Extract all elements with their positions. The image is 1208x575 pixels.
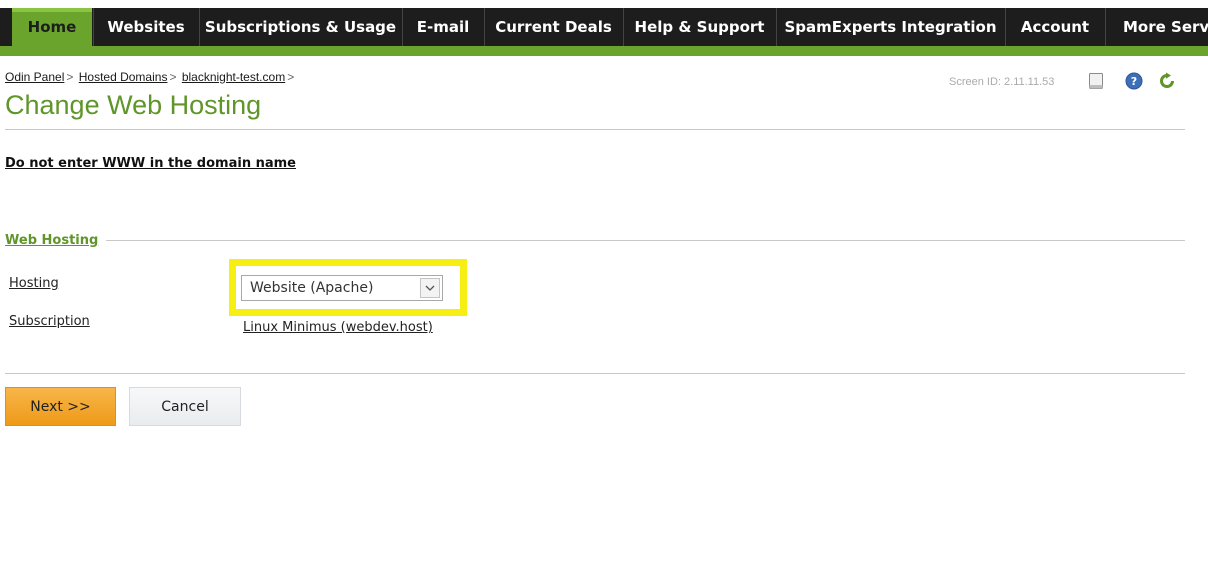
- subscription-value[interactable]: Linux Minimus (webdev.host): [243, 320, 433, 335]
- chevron-down-icon[interactable]: [420, 278, 440, 298]
- breadcrumb-odin-panel[interactable]: Odin Panel: [5, 70, 64, 84]
- screen-id: Screen ID: 2.11.11.53: [949, 76, 1055, 88]
- section-title-web-hosting: Web Hosting: [5, 233, 107, 248]
- tab-websites[interactable]: Websites: [93, 8, 198, 46]
- tab-email[interactable]: E-mail: [402, 8, 483, 46]
- breadcrumb-separator: >: [169, 70, 177, 84]
- tab-current-deals[interactable]: Current Deals: [484, 8, 622, 46]
- breadcrumb: Odin Panel > Hosted Domains > blacknight-t…: [5, 70, 296, 84]
- hosting-select-value: Website (Apache): [250, 280, 374, 296]
- cancel-button[interactable]: Cancel: [129, 387, 241, 426]
- breadcrumb-separator: >: [287, 70, 295, 84]
- help-icon[interactable]: ?: [1124, 71, 1144, 91]
- subscription-label: Subscription: [9, 314, 90, 329]
- domain-warning-text: Do not enter WWW in the domain name: [5, 156, 296, 171]
- tab-home[interactable]: Home: [12, 8, 92, 56]
- form-divider: [5, 373, 1185, 374]
- top-navigation-accent: [0, 46, 1208, 56]
- breadcrumb-hosted-domains[interactable]: Hosted Domains: [79, 70, 168, 84]
- section-divider: [5, 240, 1185, 241]
- tab-account[interactable]: Account: [1005, 8, 1104, 46]
- page: Home Websites Subscriptions & Usage E-ma…: [0, 0, 1208, 575]
- document-icon[interactable]: [1086, 71, 1106, 91]
- tab-spamexperts-integration[interactable]: SpamExperts Integration: [776, 8, 1004, 46]
- svg-text:?: ?: [1131, 75, 1137, 88]
- tab-more-services[interactable]: More Servic: [1105, 8, 1208, 46]
- hosting-select[interactable]: Website (Apache): [241, 275, 443, 301]
- tab-help-support[interactable]: Help & Support: [623, 8, 775, 46]
- top-navigation: Home Websites Subscriptions & Usage E-ma…: [0, 0, 1208, 58]
- breadcrumb-domain[interactable]: blacknight-test.com: [182, 70, 285, 84]
- title-divider: [5, 129, 1185, 130]
- tab-subscriptions-usage[interactable]: Subscriptions & Usage: [199, 8, 401, 46]
- refresh-icon[interactable]: [1157, 71, 1177, 91]
- hosting-label: Hosting: [9, 276, 59, 291]
- breadcrumb-separator: >: [66, 70, 74, 84]
- next-button[interactable]: Next >>: [5, 387, 116, 426]
- page-title: Change Web Hosting: [5, 90, 262, 120]
